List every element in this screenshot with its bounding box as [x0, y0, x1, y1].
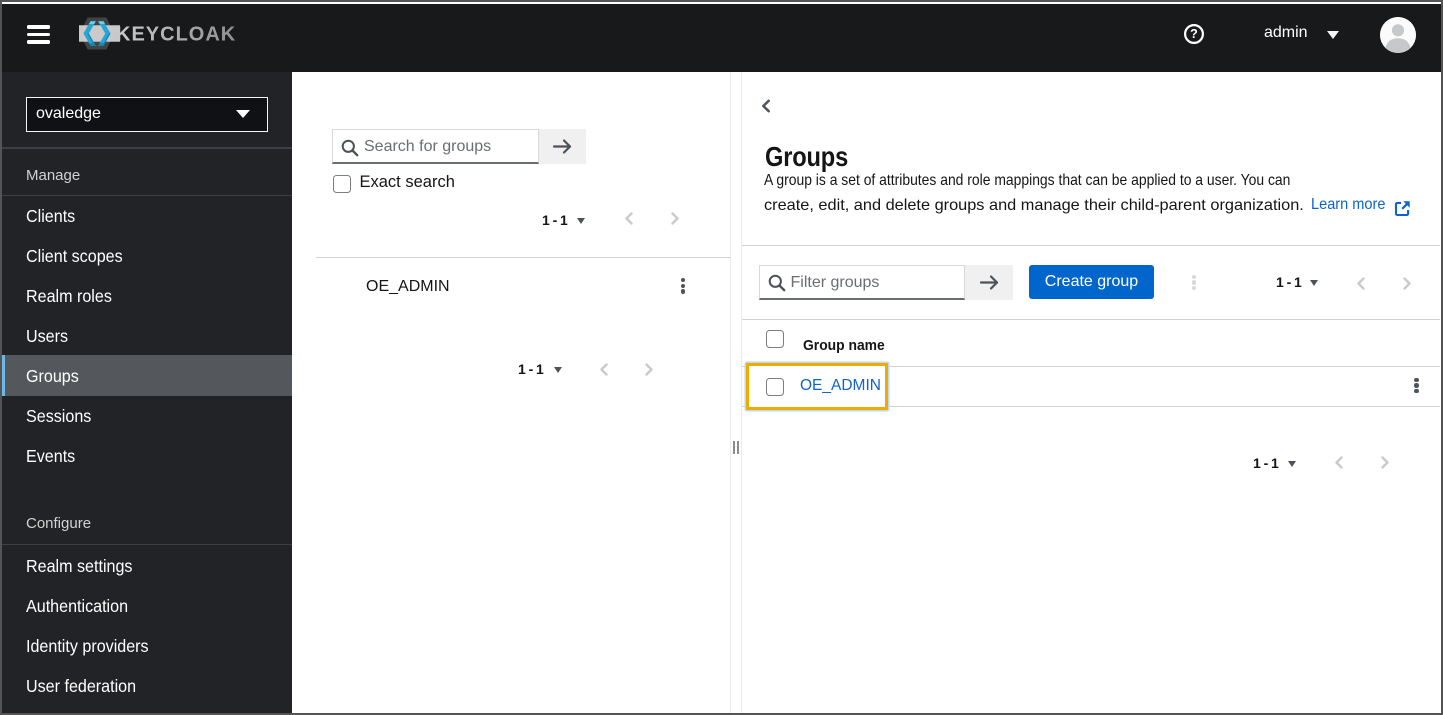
svg-text:KEYCLOAK: KEYCLOAK	[116, 24, 236, 46]
svg-text:?: ?	[1190, 27, 1198, 41]
